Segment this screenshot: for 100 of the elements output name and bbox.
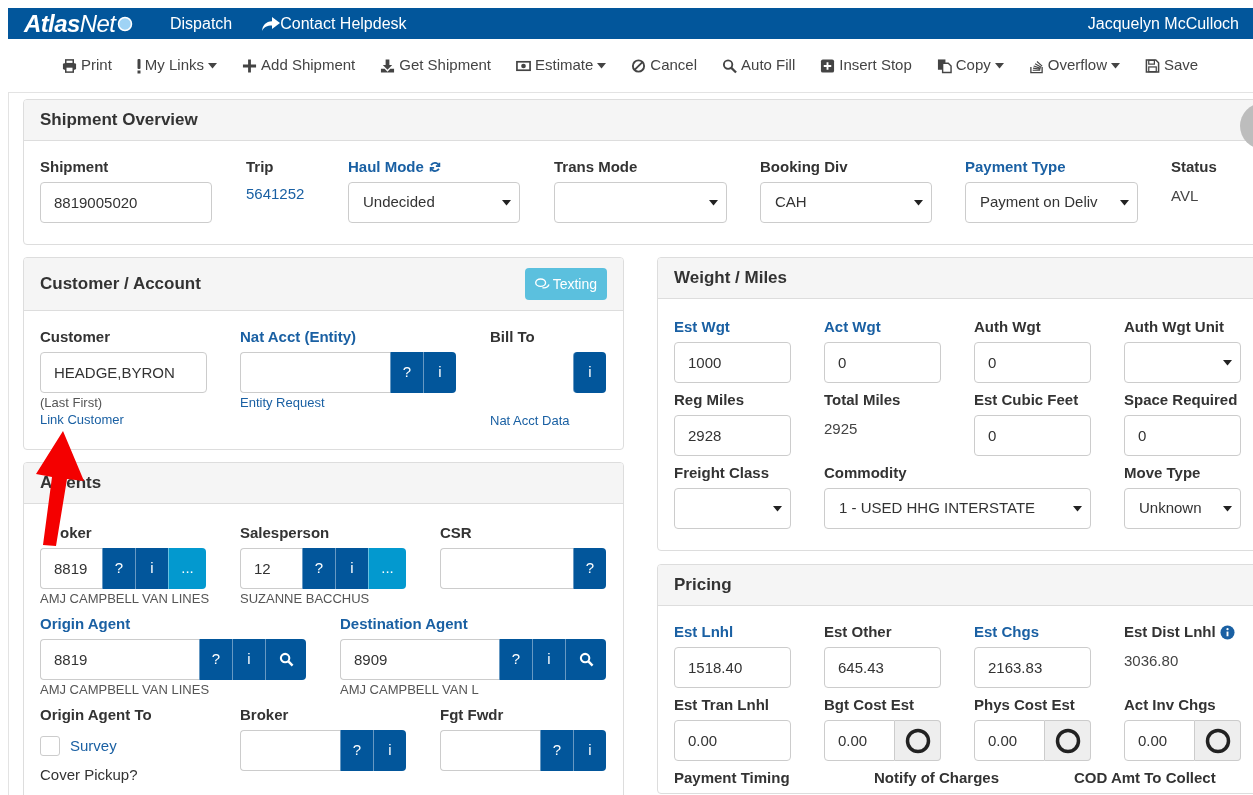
user-name[interactable]: Jacquelyn McCulloch: [1087, 14, 1239, 32]
addon-button[interactable]: ?: [540, 730, 573, 771]
toolbar-button[interactable]: Estimate: [516, 54, 607, 77]
toolbar-button[interactable]: Get Shipment: [380, 54, 491, 77]
toolbar-button[interactable]: Insert Stop: [820, 54, 912, 77]
search-button[interactable]: [265, 639, 306, 680]
addon-button[interactable]: i: [135, 548, 168, 589]
toolbar-button[interactable]: Cancel: [631, 54, 698, 77]
value-link[interactable]: 5641252: [246, 183, 348, 206]
field-label: Salesperson: [240, 522, 330, 543]
toolbar-button[interactable]: Add Shipment: [242, 54, 356, 77]
addon-button[interactable]: [1195, 720, 1241, 761]
caret-icon: [1223, 359, 1232, 366]
input-field[interactable]: 0: [1124, 415, 1241, 456]
field-label[interactable]: Payment Type: [965, 155, 1066, 179]
input-field[interactable]: 645.43: [824, 647, 941, 688]
dropdown[interactable]: Payment on Deliv: [965, 182, 1138, 223]
logo[interactable]: AtlasNet: [24, 11, 116, 36]
checkbox[interactable]: [40, 736, 60, 756]
dropdown[interactable]: Undecided: [348, 182, 520, 223]
field-label[interactable]: Destination Agent: [340, 612, 468, 636]
addon-button[interactable]: i: [573, 352, 606, 393]
addon-button[interactable]: ?: [499, 639, 532, 680]
input-field[interactable]: 0.00: [674, 720, 791, 761]
input-field[interactable]: 1000: [674, 342, 791, 383]
addon-button[interactable]: i: [532, 639, 565, 680]
addon-button[interactable]: ?: [199, 639, 232, 680]
toolbar-button[interactable]: Copy: [936, 54, 1004, 77]
addon-button[interactable]: i: [423, 352, 456, 393]
addon-button[interactable]: ?: [302, 548, 335, 589]
dropdown[interactable]: [674, 488, 791, 529]
field-label: Customer: [40, 326, 110, 347]
dropdown[interactable]: 1 - USED HHG INTERSTATE: [824, 488, 1091, 529]
input-field[interactable]: [440, 730, 540, 771]
field-label[interactable]: Est Lnhl: [674, 620, 734, 644]
input-field[interactable]: 2928: [674, 415, 791, 456]
link[interactable]: Link Customer: [40, 411, 240, 428]
addon-button[interactable]: i: [335, 548, 368, 589]
input-field[interactable]: [440, 548, 573, 589]
addon-button[interactable]: i: [573, 730, 606, 771]
addon-button[interactable]: i: [373, 730, 406, 771]
search-button[interactable]: [565, 639, 606, 680]
field-label[interactable]: Origin Agent: [40, 612, 131, 636]
toolbar-button[interactable]: Print: [62, 54, 112, 77]
link[interactable]: Nat Acct Data: [490, 412, 606, 429]
dropdown[interactable]: [554, 182, 727, 223]
field-label[interactable]: Act Wgt: [824, 315, 881, 339]
nav-link[interactable]: Contact Helpdesk: [262, 11, 407, 36]
dropdown[interactable]: [1124, 342, 1241, 383]
field-label: oker: [60, 522, 92, 543]
toolbar-button[interactable]: Save: [1145, 54, 1199, 77]
field-label: Est Other: [824, 621, 892, 642]
addon-button[interactable]: ?: [102, 548, 135, 589]
input-field[interactable]: 0.00: [824, 720, 895, 761]
plus-square-icon: [820, 57, 836, 74]
plus-icon: [242, 57, 258, 74]
caret-icon: [1073, 505, 1082, 512]
nav-link[interactable]: Dispatch: [170, 11, 233, 36]
field-label: Bill To: [490, 326, 535, 347]
dropdown[interactable]: CAH: [760, 182, 932, 223]
input-field[interactable]: 8909: [340, 639, 499, 680]
input-field[interactable]: [240, 730, 340, 771]
field-label: Act Inv Chgs: [1124, 694, 1216, 715]
addon-button[interactable]: [1045, 720, 1091, 761]
input-field[interactable]: [240, 352, 390, 393]
input-field[interactable]: 0.00: [1124, 720, 1195, 761]
link[interactable]: Entity Request: [240, 394, 490, 411]
input-field[interactable]: 0.00: [974, 720, 1045, 761]
field-label: Est Cubic Feet: [974, 389, 1079, 410]
input-field[interactable]: 0: [974, 415, 1091, 456]
field-label[interactable]: Est Chgs: [974, 620, 1039, 644]
prohibited-icon: [631, 57, 647, 74]
field-label: Booking Div: [760, 156, 848, 177]
addon-button[interactable]: ?: [390, 352, 423, 393]
toolbar-button[interactable]: Auto Fill: [722, 54, 796, 77]
input-field[interactable]: 0: [974, 342, 1091, 383]
field-label[interactable]: Nat Acct (Entity): [240, 325, 357, 349]
input-field[interactable]: 1518.40: [674, 647, 791, 688]
addon-button[interactable]: ?: [573, 548, 606, 589]
input-field[interactable]: 8819: [40, 548, 102, 589]
field-label: Auth Wgt: [974, 316, 1041, 337]
toolbar-button[interactable]: Overflow: [1028, 54, 1120, 77]
input-field[interactable]: 0: [824, 342, 941, 383]
field-note: Cover Pickup?: [40, 766, 139, 784]
input-field[interactable]: 12: [240, 548, 302, 589]
field-label: Total Miles: [824, 389, 901, 410]
checkbox-label[interactable]: Survey: [70, 734, 117, 758]
field-label: Status: [1171, 156, 1217, 177]
toolbar-button[interactable]: My Links: [136, 54, 218, 77]
field-label[interactable]: Haul Mode: [348, 155, 424, 179]
input-field[interactable]: HEADGE,BYRON: [40, 352, 207, 393]
addon-button[interactable]: ?: [340, 730, 373, 771]
input-field[interactable]: 2163.83: [974, 647, 1091, 688]
field-label[interactable]: Est Wgt: [674, 315, 730, 339]
input-field[interactable]: 8819: [40, 639, 199, 680]
field-label: Fgt Fwdr: [440, 704, 504, 725]
dropdown[interactable]: Unknown: [1124, 488, 1241, 529]
addon-button[interactable]: i: [232, 639, 265, 680]
input-field[interactable]: 8819005020: [40, 182, 212, 223]
addon-button[interactable]: [895, 720, 941, 761]
